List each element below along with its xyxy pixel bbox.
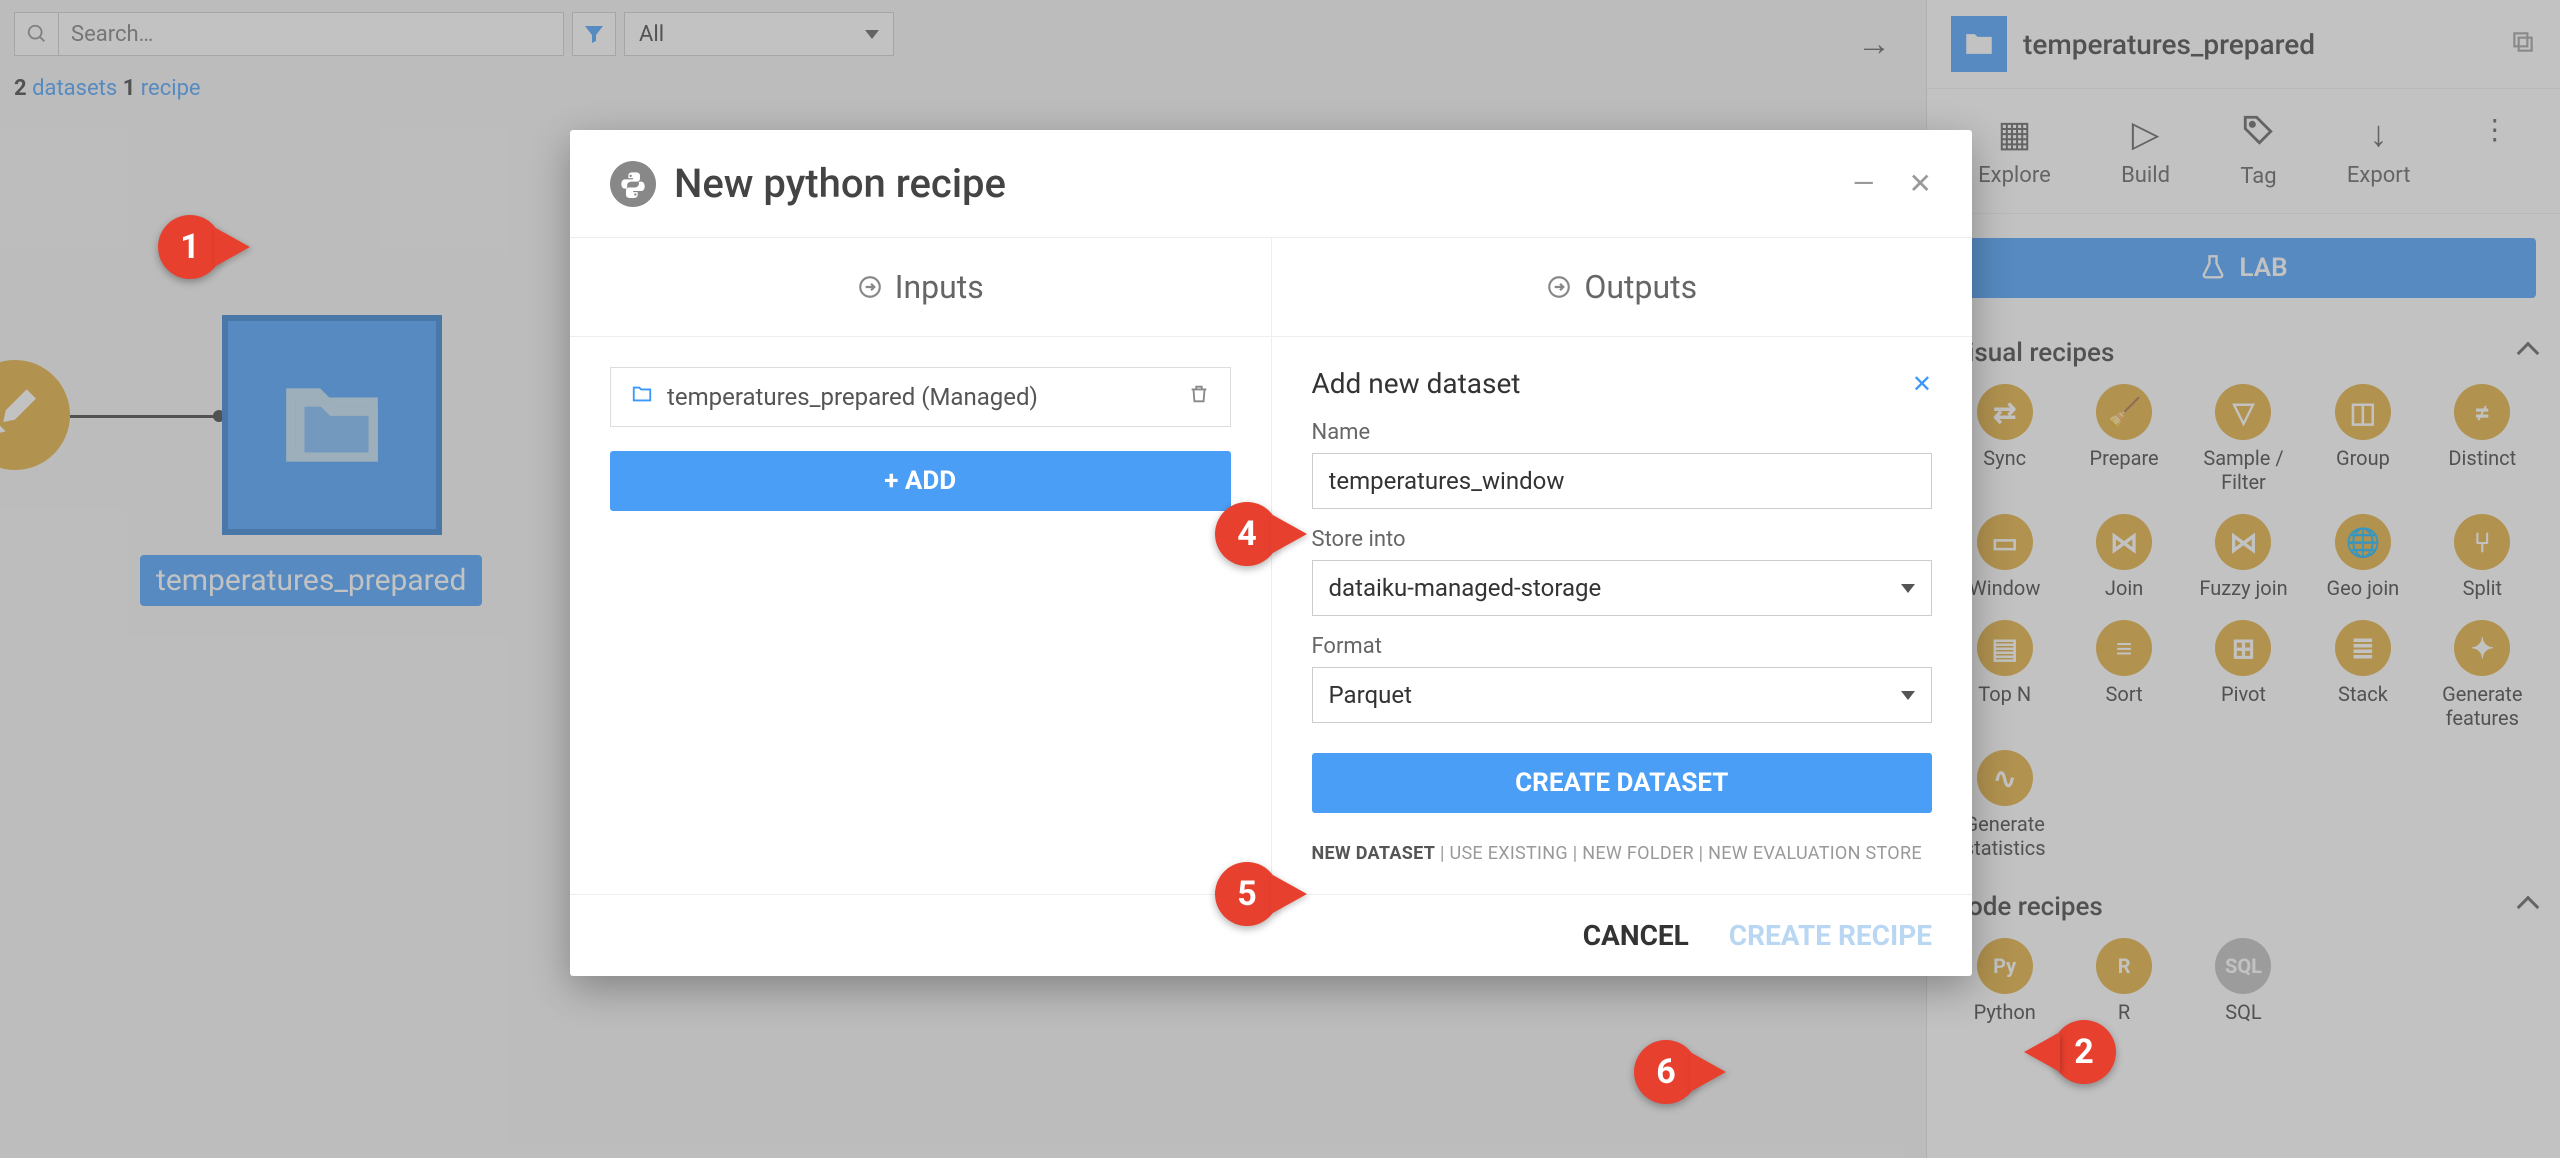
caret-down-icon: [1901, 584, 1915, 593]
trash-icon[interactable]: [1188, 383, 1210, 411]
inputs-column: Inputs temperatures_prepared (Managed) +…: [570, 238, 1272, 894]
callout-5: 5: [1215, 862, 1307, 926]
minimize-icon[interactable]: —: [1853, 167, 1875, 200]
format-field-label: Format: [1312, 634, 1933, 659]
format-select[interactable]: Parquet: [1312, 667, 1933, 723]
python-icon: [610, 161, 656, 207]
new-evaluation-store-link[interactable]: NEW EVALUATION STORE: [1708, 843, 1922, 864]
outputs-column: Outputs Add new dataset ✕ Name Store int…: [1272, 238, 1973, 894]
dataset-name-input[interactable]: [1312, 453, 1933, 509]
input-dataset-item: temperatures_prepared (Managed): [610, 367, 1231, 427]
modal-title: New python recipe: [674, 160, 1819, 207]
store-into-select[interactable]: dataiku-managed-storage: [1312, 560, 1933, 616]
callout-2: 2: [2024, 1020, 2116, 1084]
callout-4: 4: [1215, 502, 1307, 566]
use-existing-link[interactable]: USE EXISTING: [1449, 843, 1568, 864]
output-type-links: NEW DATASET | USE EXISTING | NEW FOLDER …: [1312, 843, 1933, 864]
callout-6: 6: [1634, 1040, 1726, 1104]
add-input-button[interactable]: + ADD: [610, 451, 1231, 511]
close-icon[interactable]: ✕: [1909, 167, 1932, 200]
folder-icon: [631, 383, 653, 411]
store-field-label: Store into: [1312, 527, 1933, 552]
inputs-heading: Inputs: [895, 268, 984, 306]
caret-down-icon: [1901, 691, 1915, 700]
new-dataset-link[interactable]: NEW DATASET: [1312, 843, 1436, 864]
store-value: dataiku-managed-storage: [1329, 574, 1602, 602]
close-output-icon[interactable]: ✕: [1912, 370, 1932, 398]
format-value: Parquet: [1329, 681, 1412, 709]
cancel-button[interactable]: CANCEL: [1583, 919, 1689, 952]
input-dataset-name: temperatures_prepared (Managed): [667, 383, 1038, 411]
create-recipe-button[interactable]: CREATE RECIPE: [1729, 919, 1932, 952]
callout-1: 1: [158, 215, 250, 279]
modal-header: New python recipe — ✕: [570, 130, 1972, 238]
create-dataset-button[interactable]: CREATE DATASET: [1312, 753, 1933, 813]
name-field-label: Name: [1312, 420, 1933, 445]
new-folder-link[interactable]: NEW FOLDER: [1582, 843, 1694, 864]
add-new-dataset-heading: Add new dataset: [1312, 367, 1521, 400]
outputs-heading: Outputs: [1584, 268, 1697, 306]
